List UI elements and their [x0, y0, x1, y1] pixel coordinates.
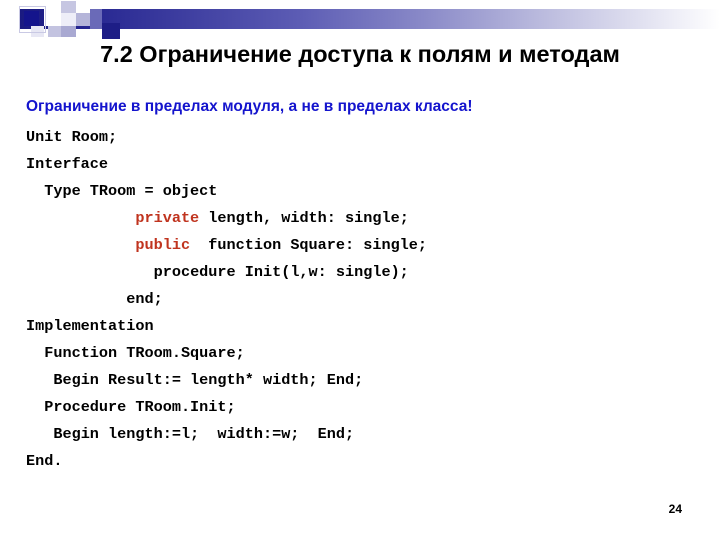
code-line: Begin length:=l; width:=w; End; [26, 421, 706, 448]
code-line: public function Square: single; [26, 232, 706, 259]
code-text: Function TRoom.Square; [44, 344, 245, 362]
decoration-square [0, 0, 19, 40]
code-text: Unit Room; [26, 128, 118, 146]
code-text: Implementation [26, 317, 154, 335]
code-line: Begin Result:= length* width; End; [26, 367, 706, 394]
code-block: Unit Room; Interface Type TRoom = object … [26, 124, 706, 475]
code-line: Procedure TRoom.Init; [26, 394, 706, 421]
code-line: Interface [26, 151, 706, 178]
code-text: Begin Result:= length* width; End; [44, 371, 364, 389]
code-line: private length, width: single; [26, 205, 706, 232]
code-text: End. [26, 452, 63, 470]
decoration-square [61, 26, 76, 37]
code-line: Unit Room; [26, 124, 706, 151]
code-text: end; [126, 290, 163, 308]
code-line: End. [26, 448, 706, 475]
code-line: Function TRoom.Square; [26, 340, 706, 367]
decoration-square [90, 9, 102, 29]
code-text: Begin length:=l; width:=w; End; [44, 425, 355, 443]
code-line: end; [26, 286, 706, 313]
subtitle-text: Ограничение в пределах модуля, а не в пр… [26, 98, 473, 115]
decoration-square [90, 29, 102, 37]
code-text: procedure Init(l,w: single); [153, 263, 409, 281]
decoration-square-accent [24, 11, 39, 26]
decoration-square [102, 23, 120, 39]
decoration-square [48, 26, 61, 37]
code-text: function Square: single; [190, 236, 428, 254]
decoration-square [61, 1, 76, 13]
code-line: Type TRoom = object [26, 178, 706, 205]
code-keyword: private [135, 209, 200, 227]
page-number: 24 [668, 502, 682, 516]
slide-content: Ограничение в пределах модуля, а не в пр… [26, 96, 706, 475]
decoration-square [44, 9, 61, 26]
decoration-square [76, 13, 90, 26]
header-decoration [0, 0, 720, 40]
decoration-square [76, 1, 90, 13]
code-keyword: public [135, 236, 191, 254]
code-text: Type TRoom = object [44, 182, 218, 200]
code-line: Implementation [26, 313, 706, 340]
code-text: Interface [26, 155, 109, 173]
code-text: Procedure TRoom.Init; [44, 398, 236, 416]
code-text: length, width: single; [199, 209, 409, 227]
decoration-square [61, 13, 76, 26]
code-line: procedure Init(l,w: single); [26, 259, 706, 286]
header-gradient-bar [18, 9, 720, 29]
page-title: 7.2 Ограничение доступа к полям и метода… [100, 41, 620, 67]
